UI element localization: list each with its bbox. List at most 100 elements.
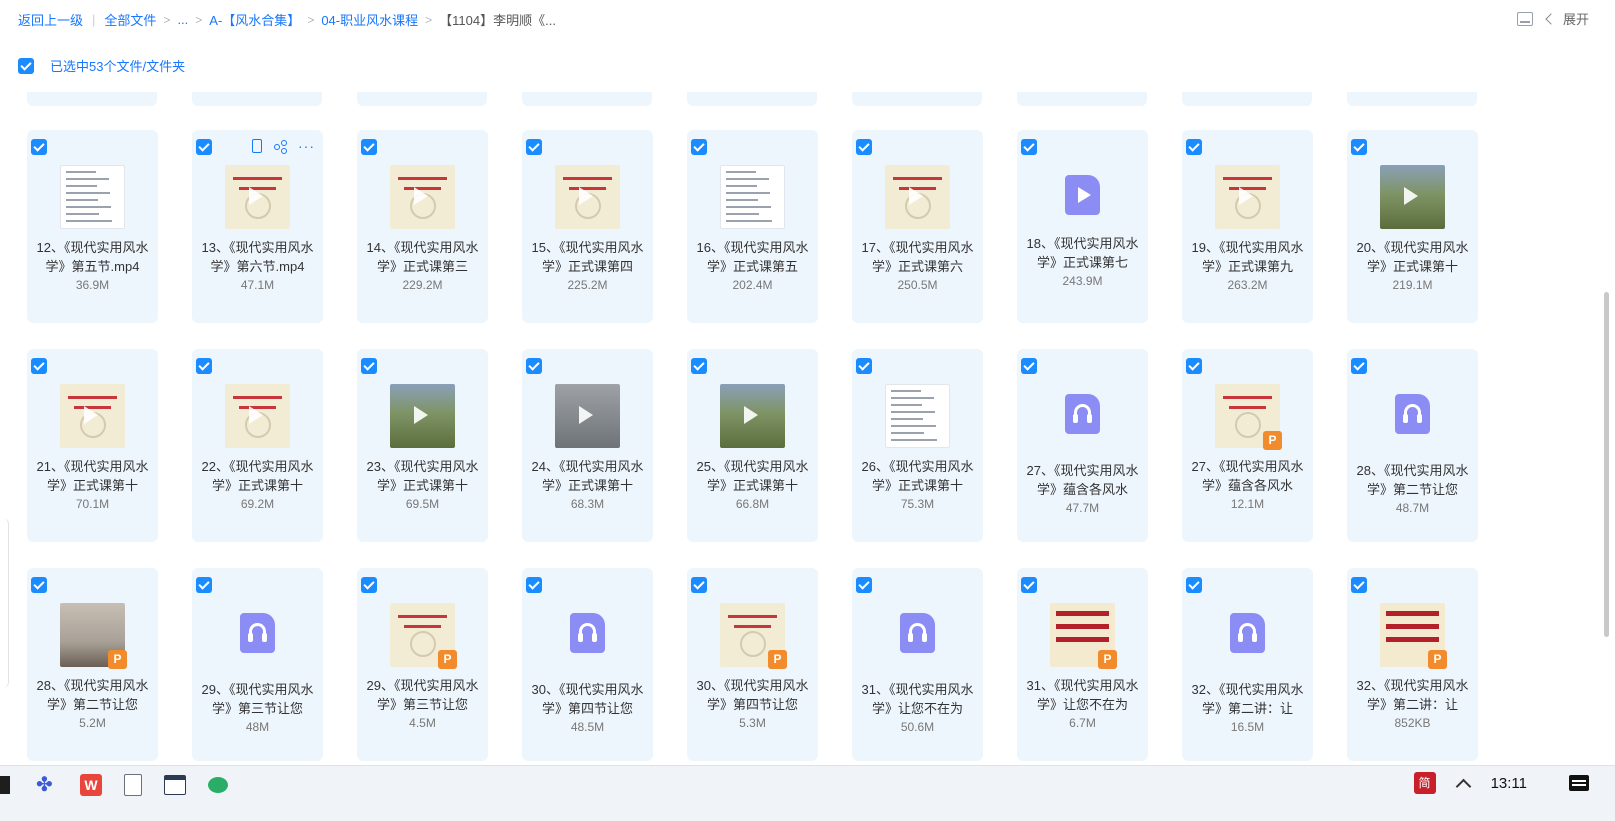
file-card[interactable]: 19、《现代实用风水学》正式课第九 263.2M [1182,130,1313,323]
clover-app-icon[interactable]: ✤ [36,774,58,796]
more-icon[interactable]: ··· [298,139,315,153]
file-card[interactable]: 30、《现代实用风水学》第四节让您 48.5M [522,568,653,761]
file-checkbox[interactable] [31,358,47,374]
partial-file-card[interactable] [1182,92,1312,106]
file-name: 28、《现代实用风水学》第二节让您 [36,678,149,712]
file-card[interactable]: 31、《现代实用风水学》让您不在为 50.6M [852,568,983,761]
file-thumbnail [720,165,785,229]
file-card[interactable]: 21、《现代实用风水学》正式课第十 70.1M [27,349,158,542]
file-checkbox[interactable] [856,139,872,155]
file-card[interactable]: 29、《现代实用风水学》第三节让您 48M [192,568,323,761]
partial-file-card[interactable] [1347,92,1477,106]
ppt-badge-icon: P [768,650,787,669]
file-checkbox[interactable] [196,139,212,155]
file-checkbox[interactable] [1021,577,1037,593]
ppt-badge-icon: P [1098,650,1117,669]
window-app-icon[interactable] [164,775,186,795]
file-card[interactable]: P 30、《现代实用风水学》第四节让您 5.3M [687,568,818,761]
vertical-scrollbar[interactable] [1604,292,1609,637]
file-card[interactable]: 14、《现代实用风水学》正式课第三 229.2M [357,130,488,323]
file-name: 16、《现代实用风水学》正式课第五 [696,240,809,274]
side-panel-edge[interactable] [0,518,9,688]
file-size: 48.5M [570,720,605,734]
partial-file-card[interactable] [357,92,487,106]
file-card[interactable]: P 32、《现代实用风水学》第二讲：让 852KB [1347,568,1478,761]
file-checkbox[interactable] [691,577,707,593]
partial-file-card[interactable] [852,92,982,106]
file-checkbox[interactable] [31,139,47,155]
wps-icon[interactable]: W [80,774,102,796]
partial-file-card[interactable] [522,92,652,106]
file-card[interactable]: P 28、《现代实用风水学》第二节让您 5.2M [27,568,158,761]
file-card[interactable]: 22、《现代实用风水学》正式课第十 69.2M [192,349,323,542]
phone-icon[interactable] [252,139,262,153]
file-thumbnail [390,165,455,229]
partial-file-card[interactable] [27,92,157,106]
file-card[interactable]: 17、《现代实用风水学》正式课第六 250.5M [852,130,983,323]
file-checkbox[interactable] [1186,358,1202,374]
file-checkbox[interactable] [1351,139,1367,155]
file-card[interactable]: ··· 13、《现代实用风水学》第六节.mp4 47.1M [192,130,323,323]
file-size: 16.5M [1230,720,1265,734]
file-card[interactable]: 27、《现代实用风水学》蕴含各风水 47.7M [1017,349,1148,542]
file-card[interactable]: P 27、《现代实用风水学》蕴含各风水 12.1M [1182,349,1313,542]
file-card[interactable]: 15、《现代实用风水学》正式课第四 225.2M [522,130,653,323]
file-thumbnail: P [720,603,787,669]
file-card[interactable]: 18、《现代实用风水学》正式课第七 243.9M [1017,130,1148,323]
file-checkbox[interactable] [691,139,707,155]
file-checkbox[interactable] [196,577,212,593]
terminal-icon[interactable] [0,776,10,794]
play-icon [579,406,593,424]
file-checkbox[interactable] [361,358,377,374]
wechat-icon[interactable] [208,777,228,793]
file-card[interactable]: 23、《现代实用风水学》正式课第十 69.5M [357,349,488,542]
file-thumbnail [390,384,455,448]
expand-button[interactable]: 展开 [1545,9,1589,28]
file-checkbox[interactable] [856,577,872,593]
file-checkbox[interactable] [1021,358,1037,374]
file-checkbox[interactable] [526,139,542,155]
share-icon[interactable] [274,140,287,154]
file-checkbox[interactable] [526,358,542,374]
file-checkbox[interactable] [1351,577,1367,593]
input-method-icon[interactable]: 简 [1413,772,1436,794]
file-card[interactable]: 28、《现代实用风水学》第二节让您 48.7M [1347,349,1478,542]
partial-file-card[interactable] [192,92,322,106]
file-size: 202.4M [732,278,773,292]
file-card[interactable]: 12、《现代实用风水学》第五节.mp4 36.9M [27,130,158,323]
file-checkbox[interactable] [361,139,377,155]
file-checkbox[interactable] [856,358,872,374]
file-name: 31、《现代实用风水学》让您不在为 [1026,678,1139,712]
file-size: 4.5M [409,716,436,730]
file-card[interactable]: P 29、《现代实用风水学》第三节让您 4.5M [357,568,488,761]
chevron-up-icon[interactable] [1455,778,1471,794]
file-card[interactable]: 25、《现代实用风水学》正式课第十 66.8M [687,349,818,542]
notepad-icon[interactable] [124,774,142,796]
file-card[interactable]: 26、《现代实用风水学》正式课第十 75.3M [852,349,983,542]
partial-file-card[interactable] [687,92,817,106]
file-checkbox[interactable] [361,577,377,593]
file-card[interactable]: 24、《现代实用风水学》正式课第十 68.3M [522,349,653,542]
play-icon [249,406,263,424]
file-card[interactable]: 20、《现代实用风水学》正式课第十 219.1M [1347,130,1478,323]
file-size: 263.2M [1227,278,1268,292]
play-icon [249,187,263,205]
file-checkbox[interactable] [31,577,47,593]
file-checkbox[interactable] [1186,577,1202,593]
file-checkbox[interactable] [1186,139,1202,155]
partial-file-card[interactable] [1017,92,1147,106]
clock[interactable]: 13:11 [1491,775,1527,792]
file-card[interactable]: P 31、《现代实用风水学》让您不在为 6.7M [1017,568,1148,761]
file-card[interactable]: 32、《现代实用风水学》第二讲：让 16.5M [1182,568,1313,761]
file-checkbox[interactable] [526,577,542,593]
file-checkbox[interactable] [1351,358,1367,374]
file-card[interactable]: 16、《现代实用风水学》正式课第五 202.4M [687,130,818,323]
file-name: 29、《现代实用风水学》第三节让您 [201,682,314,716]
file-checkbox[interactable] [691,358,707,374]
file-name: 32、《现代实用风水学》第二讲：让 [1191,682,1304,716]
file-name: 26、《现代实用风水学》正式课第十 [861,459,974,493]
file-checkbox[interactable] [196,358,212,374]
expand-label: 展开 [1562,12,1589,27]
notification-icon[interactable] [1569,775,1589,791]
file-checkbox[interactable] [1021,139,1037,155]
